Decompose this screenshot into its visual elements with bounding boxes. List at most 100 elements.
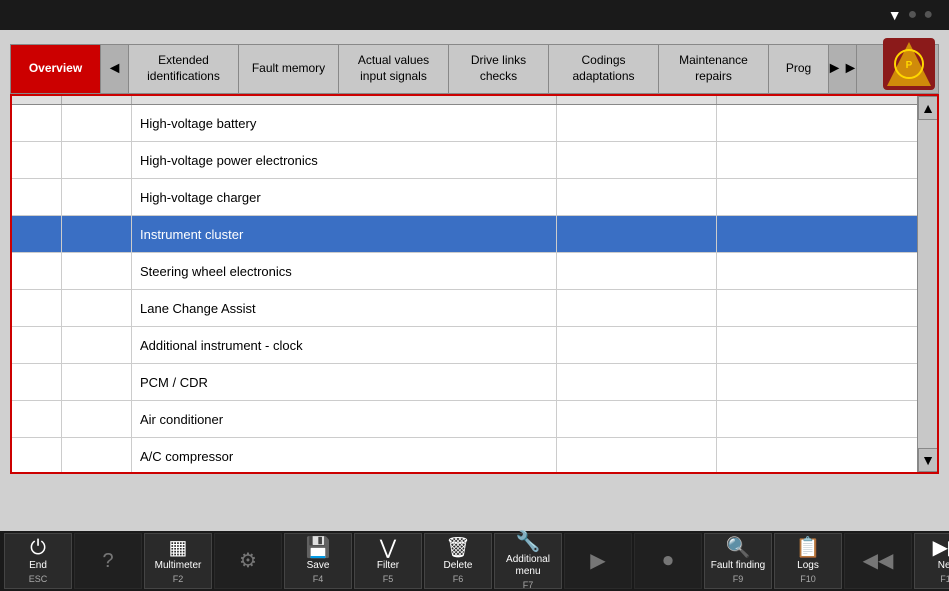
- row-control-unit: High-voltage battery: [132, 105, 557, 141]
- next-key: F12: [940, 574, 949, 584]
- rec-icon: ⏺: [663, 551, 673, 571]
- col-header-dtc: [12, 96, 62, 104]
- svg-text:P: P: [906, 60, 913, 71]
- row-control-unit: Lane Change Assist: [132, 290, 557, 326]
- table-row[interactable]: A/C compressor: [12, 438, 937, 474]
- table-row[interactable]: High-voltage charger: [12, 179, 937, 216]
- row-control-unit: Additional instrument - clock: [132, 327, 557, 363]
- logo-area: P: [883, 38, 935, 93]
- tab-actual[interactable]: Actual valuesinput signals: [339, 45, 449, 93]
- row-status: [62, 401, 132, 437]
- b12-icon: ◀◀: [863, 551, 894, 571]
- addmenu-key: F7: [523, 580, 534, 590]
- table-row[interactable]: Additional instrument - clock: [12, 327, 937, 364]
- row-porsche-part: [717, 105, 937, 141]
- tab-overview[interactable]: Overview: [11, 45, 101, 93]
- next-label: Next: [938, 560, 949, 572]
- faultfinding-icon: 🔍: [726, 538, 751, 558]
- table-row[interactable]: High-voltage battery: [12, 105, 937, 142]
- logs-icon: 📋: [796, 538, 821, 558]
- row-dtc: [12, 105, 62, 141]
- filter-button[interactable]: ⋁FilterF5: [354, 533, 422, 589]
- table-row[interactable]: Air conditioner: [12, 401, 937, 438]
- multimeter-button[interactable]: ▦MultimeterF2: [144, 533, 212, 589]
- table-row[interactable]: PCM / CDR: [12, 364, 937, 401]
- table-row[interactable]: Instrument cluster: [12, 216, 937, 253]
- b12-button: ◀◀: [844, 533, 912, 589]
- row-porsche-part: [717, 401, 937, 437]
- b3-icon: ⚙: [239, 551, 257, 571]
- save-label: Save: [307, 560, 330, 572]
- row-status: [62, 105, 132, 141]
- tab-drive[interactable]: Drive linkschecks: [449, 45, 549, 93]
- help-icon: ?: [102, 551, 113, 571]
- faultfinding-label: Fault finding: [711, 560, 765, 572]
- delete-key: F6: [453, 574, 464, 584]
- row-dsn: [557, 438, 717, 474]
- program-status: [445, 8, 452, 23]
- row-dsn: [557, 142, 717, 178]
- tab-extended[interactable]: Extendedidentifications: [129, 45, 239, 93]
- scroll-down-button[interactable]: ▼: [918, 448, 938, 472]
- table-row[interactable]: High-voltage power electronics: [12, 142, 937, 179]
- row-status: [62, 216, 132, 252]
- delete-label: Delete: [444, 560, 473, 572]
- row-porsche-part: [717, 438, 937, 474]
- row-porsche-part: [717, 253, 937, 289]
- addmenu-label: Additional menu: [499, 554, 557, 578]
- col-header-status: [62, 96, 132, 104]
- filter-label: Filter: [377, 560, 399, 572]
- scroll-up-button[interactable]: ▲: [918, 96, 938, 120]
- faultfinding-button[interactable]: 🔍 Fault finding F9: [704, 533, 772, 589]
- delete-button[interactable]: 🗑 Delete F6: [424, 533, 492, 589]
- tab-prog[interactable]: Prog: [769, 45, 829, 93]
- help-button: ?: [74, 533, 142, 589]
- next-button[interactable]: ▶▶ Next F12: [914, 533, 949, 589]
- row-dtc: [12, 142, 62, 178]
- row-dsn: [557, 290, 717, 326]
- multimeter-icon: ▦: [169, 538, 188, 558]
- b3-button: ⚙: [214, 533, 282, 589]
- faultfinding-key: F9: [733, 574, 744, 584]
- porsche-logo: P: [883, 38, 935, 90]
- tab-fault[interactable]: Fault memory: [239, 45, 339, 93]
- addmenu-button[interactable]: 🔧Additional menu F7: [494, 533, 562, 589]
- col-header-dsn: [557, 96, 717, 104]
- row-dsn: [557, 216, 717, 252]
- play-button: ▶: [564, 533, 632, 589]
- row-porsche-part: [717, 179, 937, 215]
- table-row[interactable]: Lane Change Assist: [12, 290, 937, 327]
- logs-button[interactable]: 📋LogsF10: [774, 533, 842, 589]
- rec-button: ⏺: [634, 533, 702, 589]
- row-status: [62, 142, 132, 178]
- tab-maintenance[interactable]: Maintenancerepairs: [659, 45, 769, 93]
- tab-nav-right[interactable]: ►►: [829, 45, 857, 93]
- multimeter-label: Multimeter: [155, 560, 202, 572]
- table-container: High-voltage batteryHigh-voltage power e…: [10, 94, 939, 474]
- row-control-unit: High-voltage power electronics: [132, 142, 557, 178]
- row-dsn: [557, 253, 717, 289]
- row-porsche-part: [717, 142, 937, 178]
- row-control-unit: A/C compressor: [132, 438, 557, 474]
- end-label: End: [29, 560, 47, 572]
- tab-codings[interactable]: Codingsadaptations: [549, 45, 659, 93]
- row-dtc: [12, 438, 62, 474]
- dot1: ●: [908, 6, 918, 24]
- row-control-unit: Steering wheel electronics: [132, 253, 557, 289]
- col-header-porsche: [717, 96, 937, 104]
- end-button[interactable]: ⏻EndESC: [4, 533, 72, 589]
- title-right-area: ▼ ● ●: [888, 6, 939, 24]
- addmenu-icon: 🔧: [516, 532, 541, 552]
- row-control-unit: High-voltage charger: [132, 179, 557, 215]
- table-row[interactable]: Steering wheel electronics: [12, 253, 937, 290]
- row-dtc: [12, 401, 62, 437]
- row-dsn: [557, 105, 717, 141]
- save-button[interactable]: 💾SaveF4: [284, 533, 352, 589]
- tab-nav-left[interactable]: ◄: [101, 45, 129, 93]
- row-dtc: [12, 179, 62, 215]
- row-control-unit: PCM / CDR: [132, 364, 557, 400]
- delete-icon: 🗑: [445, 538, 470, 558]
- next-icon: ▶▶: [933, 538, 949, 558]
- row-dsn: [557, 179, 717, 215]
- row-porsche-part: [717, 290, 937, 326]
